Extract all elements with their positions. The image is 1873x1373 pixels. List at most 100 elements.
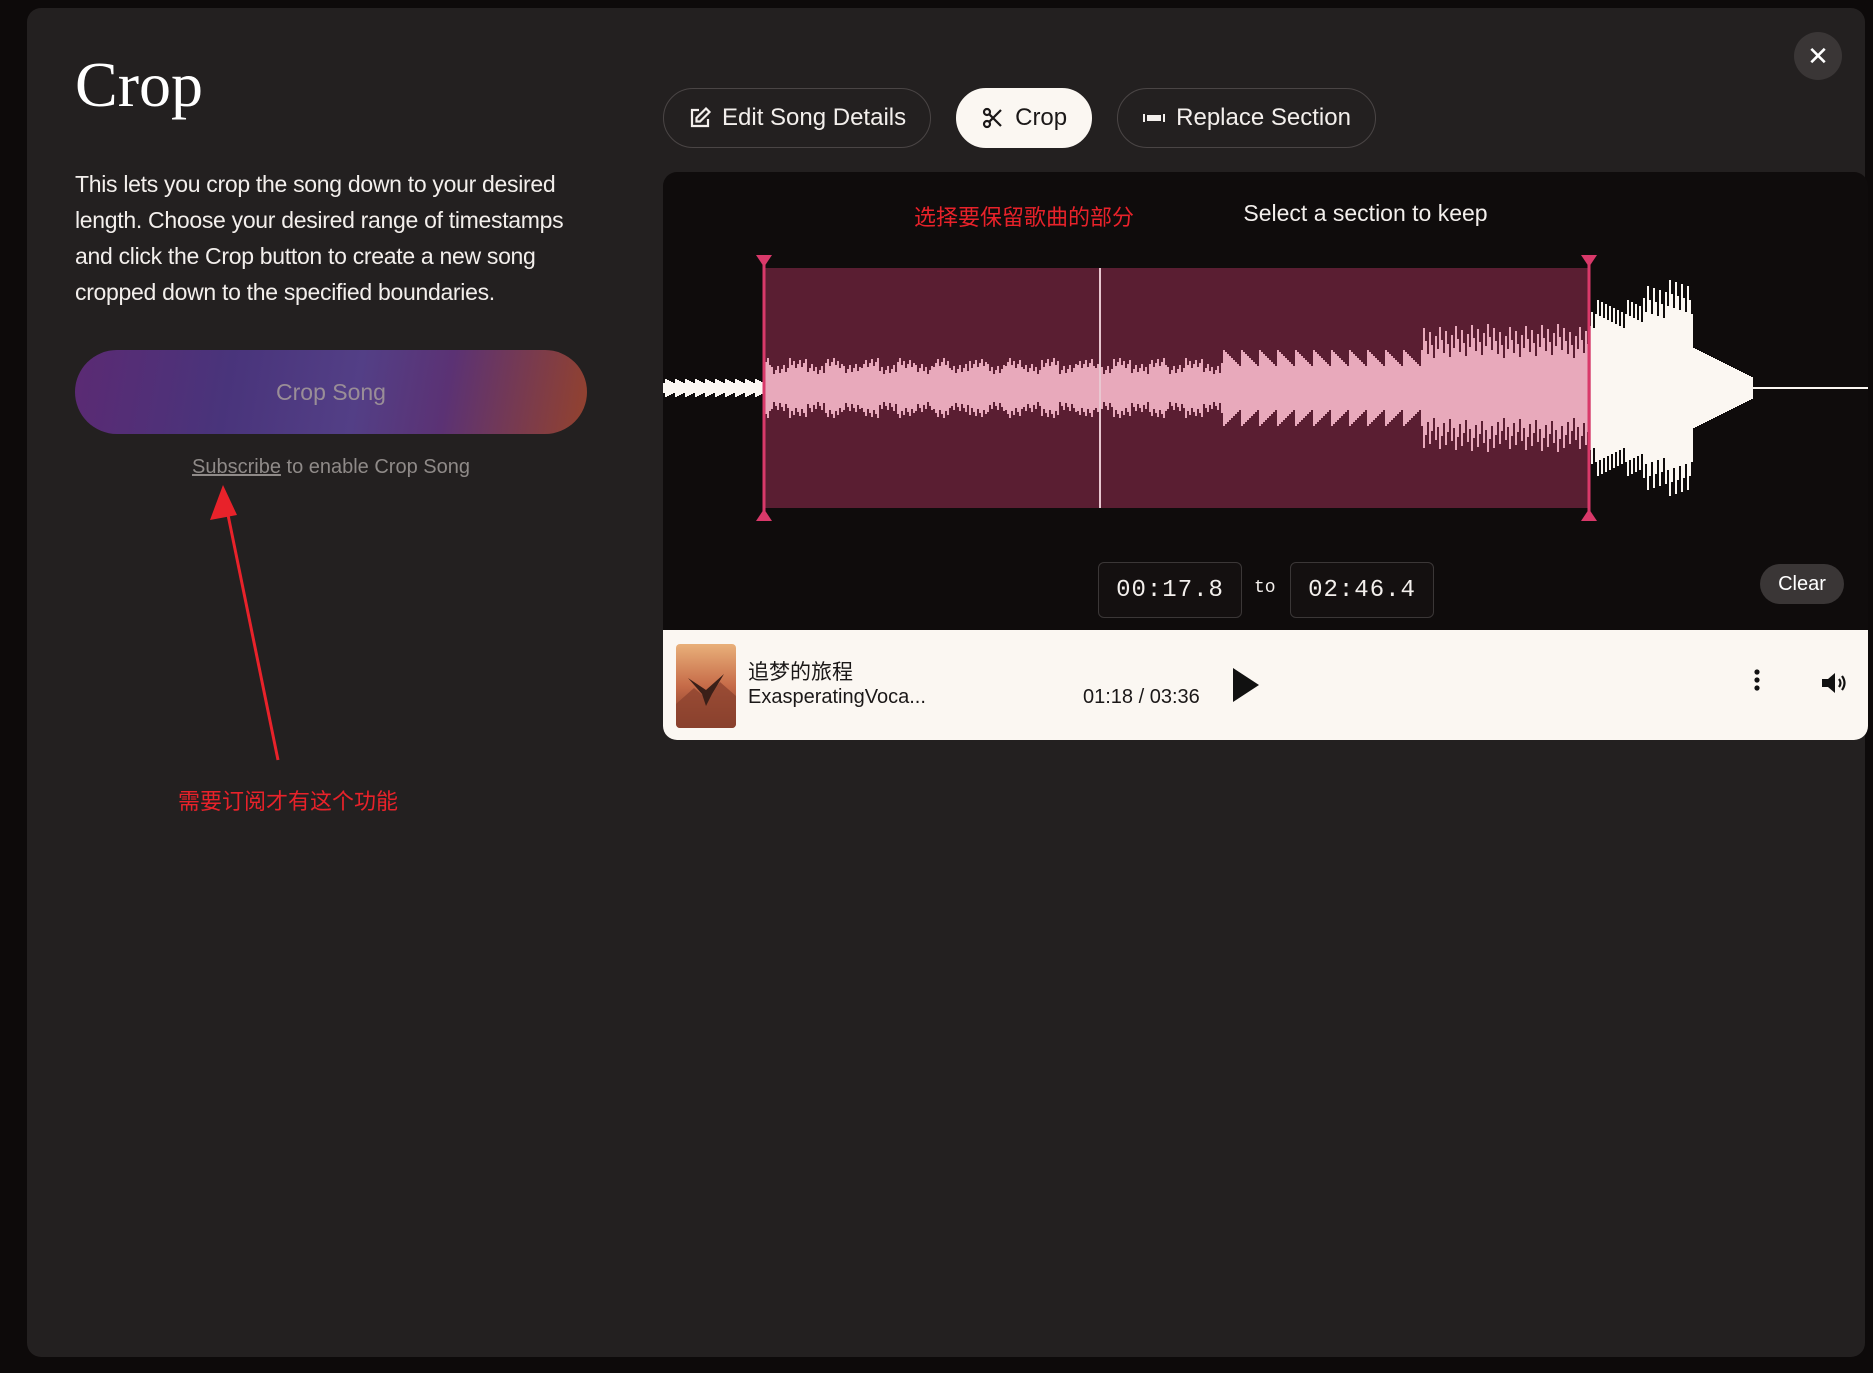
waveform-bar — [995, 370, 997, 406]
waveform-bar — [715, 379, 717, 397]
waveform-bar — [1559, 337, 1561, 439]
waveform-bar — [1665, 292, 1667, 484]
waveform-bar — [1121, 365, 1123, 411]
waveform-bar — [1413, 360, 1415, 416]
waveform-bar — [1059, 374, 1061, 402]
waveform-bar — [1195, 360, 1197, 416]
waveform-bar — [1633, 318, 1635, 458]
waveform-bar — [809, 368, 811, 408]
tab-crop[interactable]: Crop — [956, 88, 1093, 148]
waveform-bar — [1133, 369, 1135, 407]
waveform-bar — [1511, 340, 1513, 436]
subscribe-notice: Subscribe to enable Crop Song — [75, 456, 587, 479]
waveform-bar — [833, 358, 835, 418]
waveform-bar — [1723, 363, 1725, 413]
waveform-bar — [1235, 362, 1237, 414]
close-button[interactable]: ✕ — [1794, 32, 1842, 80]
close-icon: ✕ — [1807, 40, 1829, 71]
waveform-bar — [1577, 349, 1579, 427]
waveform-bar — [1829, 387, 1831, 389]
waveform-bar — [1485, 346, 1487, 430]
waveform-bar — [1347, 366, 1349, 410]
volume-button[interactable] — [1820, 670, 1848, 696]
waveform-bar — [1383, 366, 1385, 410]
waveform-bar — [905, 368, 907, 408]
waveform-bar — [1793, 387, 1795, 389]
waveform-bar — [1721, 362, 1723, 414]
waveform-bar — [1457, 339, 1459, 437]
waveform-bar — [1645, 312, 1647, 464]
start-handle-top[interactable] — [756, 255, 772, 267]
waveform-bar — [1557, 324, 1559, 452]
waveform-bar — [797, 364, 799, 412]
waveform-bar — [1825, 387, 1827, 389]
waveform-bar — [1243, 352, 1245, 424]
waveform-bar — [1769, 387, 1771, 389]
tab-replace-section[interactable]: Replace Section — [1117, 88, 1376, 148]
waveform-bar — [1463, 343, 1465, 433]
waveform-bar — [1739, 371, 1741, 405]
waveform-bar — [1517, 344, 1519, 432]
waveform-bar — [1049, 366, 1051, 410]
waveform-bar — [1593, 328, 1595, 448]
waveform-bar — [1849, 387, 1851, 389]
waveform-bar — [1405, 352, 1407, 424]
waveform-bar — [1311, 366, 1313, 410]
waveform-bar — [1759, 387, 1761, 389]
waveform-bar — [1785, 387, 1787, 389]
waveform-bar — [903, 361, 905, 415]
waveform-bar — [949, 368, 951, 408]
waveform-bar — [827, 359, 829, 417]
waveform[interactable] — [663, 172, 1868, 630]
waveform-bar — [1799, 387, 1801, 389]
waveform-bar — [1169, 374, 1171, 402]
tab-bar: Edit Song Details Crop Replace Section — [663, 88, 1376, 148]
subscribe-link[interactable]: Subscribe — [192, 456, 281, 478]
waveform-bar — [779, 373, 781, 403]
end-handle-top[interactable] — [1581, 255, 1597, 267]
waveform-bar — [1411, 358, 1413, 418]
waveform-bar — [1459, 352, 1461, 424]
waveform-bar — [911, 367, 913, 409]
song-artist[interactable]: ExasperatingVoca... — [748, 686, 926, 709]
waveform-bar — [975, 360, 977, 416]
song-title[interactable]: 追梦的旅程 — [748, 656, 853, 686]
crop-song-button[interactable]: Crop Song — [75, 350, 587, 434]
waveform-bar — [1183, 368, 1185, 408]
waveform-bar — [883, 374, 885, 402]
waveform-bar — [1337, 356, 1339, 420]
waveform-bar — [817, 374, 819, 402]
waveform-bar — [1271, 362, 1273, 414]
waveform-bar — [771, 367, 773, 409]
waveform-bar — [857, 371, 859, 405]
end-handle-bottom[interactable] — [1581, 509, 1597, 521]
waveform-bar — [1255, 364, 1257, 412]
waveform-bar — [1087, 367, 1089, 409]
waveform-bar — [1317, 354, 1319, 422]
album-cover[interactable] — [676, 644, 736, 728]
waveform-bar — [1371, 354, 1373, 422]
waveform-bar — [885, 370, 887, 406]
waveform-bar — [1293, 366, 1295, 410]
waveform-bar — [1275, 366, 1277, 410]
tab-edit-song-details[interactable]: Edit Song Details — [663, 88, 932, 148]
waveform-bar — [1637, 320, 1639, 456]
more-options-button[interactable] — [1749, 666, 1765, 696]
play-button[interactable] — [1229, 666, 1263, 704]
start-handle-bottom[interactable] — [756, 509, 772, 521]
waveform-bar — [1669, 280, 1671, 496]
waveform-bar — [1823, 387, 1825, 389]
waveform-bar — [993, 374, 995, 402]
waveform-bar — [1425, 341, 1427, 435]
waveform-bar — [1021, 367, 1023, 409]
waveform-bar — [977, 367, 979, 409]
waveform-bar — [729, 381, 731, 395]
waveform-bar — [1343, 362, 1345, 414]
waveform-bar — [713, 383, 715, 393]
clear-button[interactable]: Clear — [1760, 564, 1844, 604]
waveform-bar — [1449, 357, 1451, 419]
start-time-input[interactable]: 00:17.8 — [1098, 562, 1242, 618]
end-time-input[interactable]: 02:46.4 — [1290, 562, 1434, 618]
waveform-bar — [1833, 387, 1835, 389]
waveform-bar — [1335, 354, 1337, 422]
